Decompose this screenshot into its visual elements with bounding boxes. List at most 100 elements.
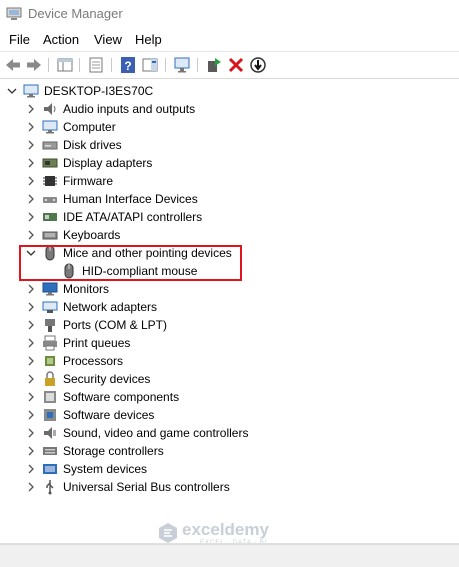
chevron-right-icon[interactable] [26, 136, 36, 154]
menu-help[interactable]: Help [135, 32, 162, 47]
scan-hardware-icon[interactable] [173, 56, 191, 74]
window-title: Device Manager [28, 6, 123, 21]
root-label: DESKTOP-I3ES70C [44, 84, 154, 98]
exceldemy-logo-icon [159, 523, 177, 543]
tree-category[interactable]: System devices [0, 460, 300, 478]
tree-category[interactable]: Firmware [0, 172, 300, 190]
status-bar [0, 544, 459, 567]
menu-bar: File Action View Help [0, 30, 459, 50]
chevron-right-icon[interactable] [26, 406, 36, 424]
chevron-right-icon[interactable] [26, 424, 36, 442]
tree-category[interactable]: Audio inputs and outputs [0, 100, 300, 118]
tree-category[interactable]: Network adapters [0, 298, 300, 316]
disable-device-icon[interactable] [249, 56, 267, 74]
chevron-right-icon[interactable] [26, 352, 36, 370]
security-device-icon [45, 371, 55, 386]
printer-icon [43, 335, 57, 351]
usb-icon [46, 480, 54, 495]
chevron-right-icon[interactable] [26, 280, 36, 298]
display-adapter-icon [42, 158, 58, 168]
category-label: Audio inputs and outputs [63, 102, 196, 116]
category-label: Keyboards [63, 228, 121, 242]
chevron-right-icon[interactable] [26, 298, 36, 316]
forward-arrow-icon[interactable] [25, 56, 43, 74]
tree-category[interactable]: IDE ATA/ATAPI controllers [0, 208, 300, 226]
menu-view[interactable]: View [94, 32, 122, 47]
chevron-right-icon[interactable] [26, 208, 36, 226]
chevron-right-icon[interactable] [26, 154, 36, 172]
category-label: IDE ATA/ATAPI controllers [63, 210, 203, 224]
monitor-icon [42, 282, 58, 296]
tree-category[interactable]: Ports (COM & LPT) [0, 316, 300, 334]
tree-category[interactable]: Software components [0, 388, 300, 406]
category-label: Disk drives [63, 138, 122, 152]
category-label: Security devices [63, 372, 151, 386]
chevron-right-icon[interactable] [26, 190, 36, 208]
tree-category[interactable]: Human Interface Devices [0, 190, 300, 208]
watermark-name: exceldemy [182, 520, 269, 539]
category-label: Print queues [63, 336, 131, 350]
tree-category[interactable]: Processors [0, 352, 300, 370]
computer-icon [23, 84, 39, 98]
firmware-icon [43, 176, 57, 186]
console-tree-icon[interactable] [56, 56, 74, 74]
chevron-right-icon[interactable] [26, 316, 36, 334]
category-label: Ports (COM & LPT) [63, 318, 168, 332]
tree-category[interactable]: Monitors [0, 280, 300, 298]
chevron-right-icon[interactable] [26, 460, 36, 478]
chevron-right-icon[interactable] [26, 118, 36, 136]
chevron-right-icon[interactable] [26, 478, 36, 496]
chevron-right-icon[interactable] [26, 388, 36, 406]
system-device-icon [43, 464, 57, 474]
sound-controller-icon [44, 427, 56, 439]
tree-category[interactable]: Storage controllers [0, 442, 300, 460]
tree-category[interactable]: Software devices [0, 406, 300, 424]
software-component-icon [44, 391, 56, 403]
category-label: Display adapters [63, 156, 153, 170]
action-pane-icon[interactable] [141, 56, 159, 74]
category-label: Monitors [63, 282, 110, 296]
update-driver-icon[interactable] [205, 56, 223, 74]
tree-category[interactable]: Disk drives [0, 136, 300, 154]
back-arrow-icon[interactable] [4, 56, 22, 74]
chevron-right-icon[interactable] [26, 334, 36, 352]
tree-category[interactable]: Computer [0, 118, 300, 136]
device-tree: DESKTOP-I3ES70C Audio inputs and outputs… [0, 78, 459, 544]
svg-text:?: ? [124, 59, 131, 73]
chevron-down-icon[interactable] [7, 82, 17, 100]
category-label: System devices [63, 462, 148, 476]
tree-category[interactable]: Sound, video and game controllers [0, 424, 300, 442]
help-icon[interactable]: ? [119, 56, 137, 74]
port-icon [45, 319, 55, 332]
ide-controller-icon [43, 213, 57, 221]
menu-file[interactable]: File [9, 32, 30, 47]
category-label: Human Interface Devices [63, 192, 198, 206]
disk-drive-icon [42, 141, 58, 150]
chevron-right-icon[interactable] [26, 172, 36, 190]
category-label: Software components [63, 390, 180, 404]
chevron-right-icon[interactable] [26, 100, 36, 118]
keyboard-icon [42, 231, 58, 240]
storage-controller-icon [43, 447, 57, 455]
hid-icon [43, 197, 57, 203]
device-manager-icon [6, 7, 22, 20]
category-label: Sound, video and game controllers [63, 426, 249, 440]
tree-category[interactable]: Security devices [0, 370, 300, 388]
properties-icon[interactable] [87, 56, 105, 74]
tree-category[interactable]: Keyboards [0, 226, 300, 244]
chevron-right-icon[interactable] [26, 226, 36, 244]
tree-root[interactable]: DESKTOP-I3ES70C [0, 82, 300, 100]
category-label: Software devices [63, 408, 155, 422]
tree-category[interactable]: Universal Serial Bus controllers [0, 478, 300, 496]
category-label: Processors [63, 354, 124, 368]
chevron-right-icon[interactable] [26, 370, 36, 388]
network-adapter-icon [42, 301, 58, 313]
chevron-right-icon[interactable] [26, 442, 36, 460]
category-label: Firmware [63, 174, 113, 188]
title-bar: Device Manager [0, 0, 459, 28]
menu-action[interactable]: Action [43, 32, 79, 47]
computer-icon [42, 120, 58, 134]
tree-category[interactable]: Print queues [0, 334, 300, 352]
tree-category[interactable]: Display adapters [0, 154, 300, 172]
uninstall-device-icon[interactable] [227, 56, 245, 74]
